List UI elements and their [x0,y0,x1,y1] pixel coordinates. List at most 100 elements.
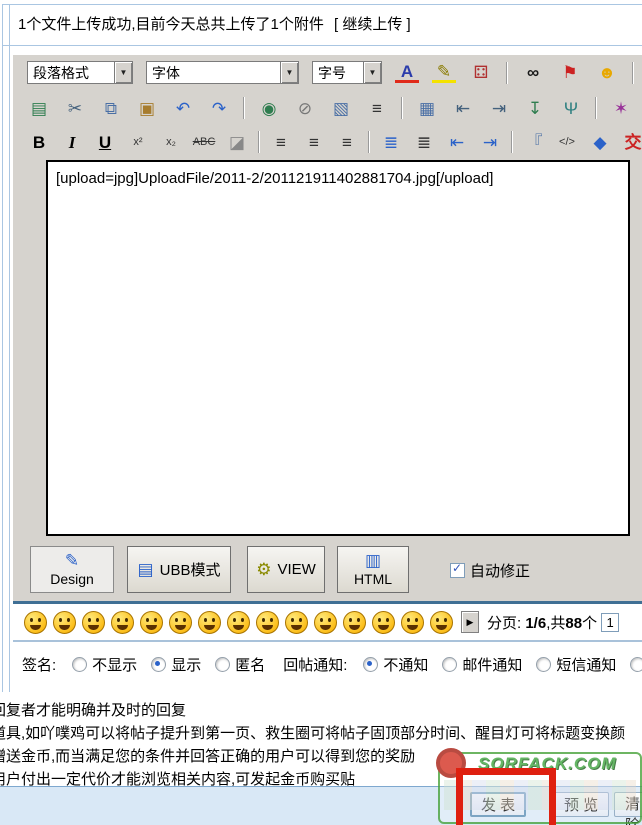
code-icon[interactable]: </> [555,131,579,153]
notify-radio-邮件通知[interactable] [442,657,457,672]
bold-icon[interactable]: B [27,131,51,153]
design-mode-button[interactable]: ✎ Design [30,546,114,593]
copy-icon[interactable]: ⧉ [99,97,123,119]
ubb-mode-button[interactable]: ▤ UBB模式 [127,546,231,593]
html-mode-button[interactable]: ▥ HTML [337,546,409,593]
publish-button[interactable]: 发 表 [470,792,526,817]
font-family-select[interactable]: 字体 ▼ [146,61,299,84]
undo-icon[interactable]: ↶ [171,97,195,119]
emoticon-shy[interactable] [227,611,250,634]
emoticon-next-page-button[interactable]: ▶ [461,611,479,633]
emoticon-page-input[interactable] [601,613,619,632]
font-color-icon[interactable]: A [395,63,419,83]
emoticon-astonished[interactable] [430,611,453,634]
redo-icon[interactable]: ↷ [207,97,231,119]
new-document-icon[interactable]: ▤ [27,97,51,119]
underline-icon[interactable]: U [93,131,117,153]
emoticon-furious[interactable] [169,611,192,634]
dice-icon[interactable]: ⚃ [469,62,493,84]
emoticon-bar: ▶ 分页: 1/6,共88个 [13,604,642,640]
flash-icon[interactable]: ✶ [609,97,633,119]
view-mode-button[interactable]: ⚙ VIEW [247,546,325,593]
notify-radio-邮件[interactable] [630,657,642,672]
emoticon-page-number: 1/6 [525,615,546,632]
split-cells-icon[interactable]: ⇥ [487,97,511,119]
superscript-icon[interactable]: x² [126,131,150,153]
subscript-icon[interactable]: x₂ [159,131,183,153]
outdent-icon[interactable]: ⇤ [445,131,469,153]
design-icon: ✎ [65,552,79,569]
align-right-icon[interactable]: ≡ [335,131,359,153]
unordered-list-icon[interactable]: ≣ [412,131,436,153]
emoticon-grimace[interactable] [285,611,308,634]
chevron-down-icon[interactable]: ▼ [363,62,381,83]
view-mode-label: VIEW [277,561,315,578]
eraser-icon[interactable]: ◪ [225,131,249,153]
page-left-border-outer [2,4,3,692]
dictionary-icon[interactable]: ⚑ [558,62,582,84]
emoticon-pout[interactable] [314,611,337,634]
table-icon[interactable]: ▦ [415,97,439,119]
security-shield-icon[interactable]: ◆ [588,131,612,153]
emoticon-angry[interactable] [372,611,395,634]
autocorrect-checkbox[interactable] [450,563,465,578]
insert-row-icon[interactable]: ↧ [523,97,547,119]
ordered-list-icon[interactable]: ≣ [379,131,403,153]
chevron-down-icon[interactable]: ▼ [114,62,132,83]
preview-button[interactable]: 预 览 [553,792,609,817]
signature-radio-label: 匿名 [235,654,265,675]
cell-properties-icon[interactable]: Ψ [559,97,583,119]
emoticon-wink[interactable] [198,611,221,634]
emoticon-cool[interactable] [140,611,163,634]
emoticon-blush[interactable] [111,611,134,634]
signature-radio-label: 显示 [171,654,201,675]
emoticon-laughing[interactable] [24,611,47,634]
highlight-icon[interactable]: ✎ [432,63,456,83]
emoticon-wave[interactable] [343,611,366,634]
ubb-icon: ▤ [138,561,154,578]
emoticon-rolling-eyes[interactable] [256,611,279,634]
paste-icon[interactable]: ▣ [135,97,159,119]
merge-cells-icon[interactable]: ⇤ [451,97,475,119]
unlink-icon[interactable]: ⊘ [293,97,317,119]
toolbar-row-3: BIUx² x₂ ABC ◪ ≡ ≡ ≡ ≣ ≣ ⇤ ⇥ 『 </> ◆ 交 [27,131,642,153]
html-mode-label: HTML [354,571,392,587]
notify-radio-label: 邮件通知 [462,654,522,675]
help-line: 赠送金币,而当满足您的条件并回答正确的用户可以得到您的奖励 [0,745,642,768]
signature-radio-不显示[interactable] [72,657,87,672]
forum-post-editor-page: 1个文件上传成功,目前今天总共上传了1个附件 [ 继续上传 ] 段落格式 ▼ 字… [0,0,642,825]
signature-radio-显示[interactable] [151,657,166,672]
notify-radio-不通知[interactable] [363,657,378,672]
find-icon[interactable]: ∞ [521,62,545,84]
align-left-icon[interactable]: ≡ [269,131,293,153]
hyperlink-icon[interactable]: ◉ [257,97,281,119]
signature-radio-匿名[interactable] [215,657,230,672]
page-top-border [2,4,642,5]
toolbar-separator [595,97,597,119]
indent-icon[interactable]: ⇥ [478,131,502,153]
emoticon-icon[interactable]: ☻ [595,62,619,84]
quote-icon[interactable]: 『 [522,131,546,153]
italic-icon[interactable]: I [60,131,84,153]
align-center-icon[interactable]: ≡ [302,131,326,153]
notify-radio-短信通知[interactable] [536,657,551,672]
cut-icon[interactable]: ✂ [63,97,87,119]
font-size-select[interactable]: 字号 ▼ [312,61,382,84]
help-line: 回复者才能明确并及时的回复 [0,699,642,722]
toolbar-separator [243,97,245,119]
toolbar-separator [368,131,370,153]
emoticon-cry[interactable] [401,611,424,634]
chevron-down-icon[interactable]: ▼ [280,62,298,83]
emoticon-bar-divider [13,640,642,642]
emoticon-big-grin[interactable] [53,611,76,634]
image-icon[interactable]: ▧ [329,97,353,119]
emoticon-frown[interactable] [82,611,105,634]
paragraph-format-select[interactable]: 段落格式 ▼ [27,61,133,84]
exchange-icon[interactable]: 交 [621,131,642,153]
clear-button[interactable]: 清除 [614,792,642,817]
continue-upload-link[interactable]: [ 继续上传 ] [334,16,411,33]
horizontal-rule-icon[interactable]: ≡ [365,97,389,119]
strikethrough-icon[interactable]: ABC [192,131,216,153]
editor-panel: 段落格式 ▼ 字体 ▼ 字号 ▼ A✎⚃∞⚑☻ ▤✂⧉▣↶↷◉⊘▧≡▦⇤⇥↧Ψ✶… [13,55,642,601]
post-content-textarea[interactable]: [upload=jpg]UploadFile/2011-2/2011219114… [46,160,630,536]
